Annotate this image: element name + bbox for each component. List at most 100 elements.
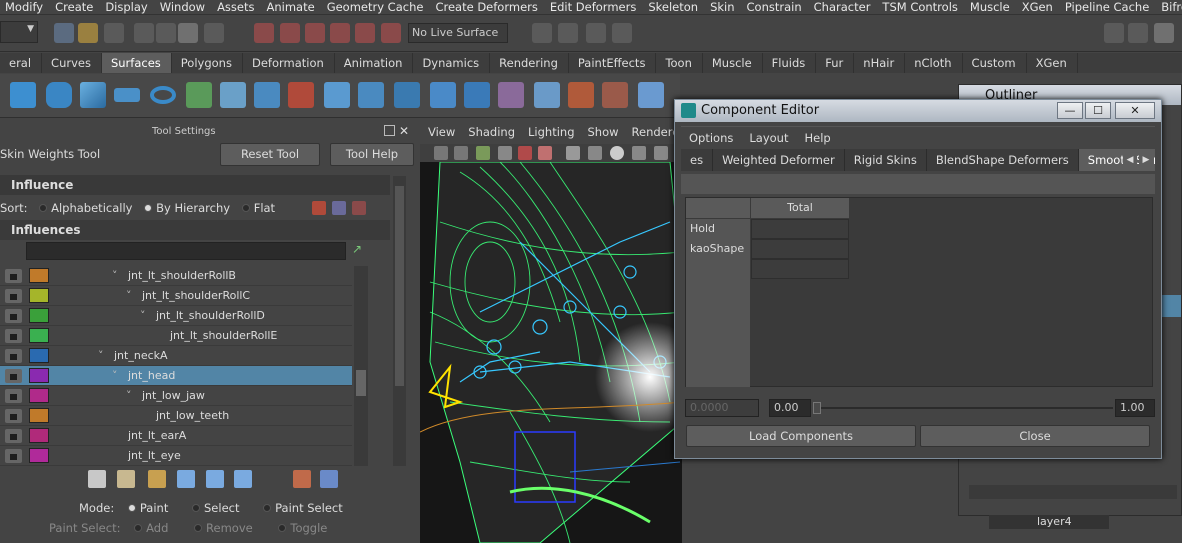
- influence-color-swatch[interactable]: [29, 328, 49, 343]
- trim-tool-icon[interactable]: [568, 82, 594, 108]
- close-window-button[interactable]: ✕: [1115, 102, 1155, 119]
- render-frame-icon[interactable]: [532, 23, 552, 43]
- loft-icon[interactable]: [220, 82, 246, 108]
- viewport-menu-lighting[interactable]: Lighting: [520, 120, 579, 144]
- menu-character[interactable]: Character: [809, 0, 878, 14]
- shelf-tab-polygons[interactable]: Polygons: [172, 53, 243, 73]
- nurbs-plane-icon[interactable]: [114, 88, 140, 102]
- layer-row[interactable]: layer4: [989, 515, 1109, 529]
- menu-display[interactable]: Display: [100, 0, 154, 14]
- influence-row[interactable]: ˅ jnt_low_jaw: [0, 386, 352, 406]
- shelf-tab-custom[interactable]: Custom: [963, 53, 1027, 73]
- shelf-tab-painteffects[interactable]: PaintEffects: [569, 53, 657, 73]
- reverse-sort-icon[interactable]: [352, 201, 366, 215]
- lock-icon[interactable]: [5, 289, 22, 303]
- mode-paint-radio[interactable]: Paint: [127, 501, 168, 515]
- influences-frame-header[interactable]: Influences: [0, 220, 390, 240]
- shelf-tab-dynamics[interactable]: Dynamics: [413, 53, 491, 73]
- influence-row[interactable]: ˅ jnt_lt_shoulderRollD: [0, 306, 352, 326]
- component-editor-titlebar[interactable]: Component Editor — ☐ ✕: [675, 100, 1161, 122]
- component-weights-grid[interactable]: Total Hold kaoShape: [685, 197, 1153, 387]
- influence-list-scrollbar[interactable]: [354, 266, 368, 466]
- paint-select-toggle-radio[interactable]: Toggle: [278, 521, 327, 535]
- grid-row-header[interactable]: kaoShape: [686, 239, 750, 259]
- lock-icon[interactable]: [5, 369, 22, 383]
- slider-handle[interactable]: [813, 402, 821, 414]
- influence-row[interactable]: jnt_lt_shoulderRollE: [0, 326, 352, 346]
- render-sequence-icon[interactable]: [558, 23, 578, 43]
- nurbs-torus-icon[interactable]: [150, 86, 176, 104]
- ce-tab-blendshape-deformers[interactable]: BlendShape Deformers: [927, 149, 1079, 171]
- shelf-tab-fluids[interactable]: Fluids: [763, 53, 817, 73]
- grease-pencil-icon[interactable]: [538, 146, 552, 160]
- textured-icon[interactable]: [632, 146, 646, 160]
- select-verts-icon[interactable]: [206, 470, 224, 488]
- influence-color-swatch[interactable]: [29, 288, 49, 303]
- shelf-tab-animation[interactable]: Animation: [335, 53, 414, 73]
- snap-view-icon[interactable]: [330, 23, 350, 43]
- menu-create[interactable]: Create: [50, 0, 100, 14]
- resolution-gate-icon[interactable]: [518, 146, 532, 160]
- grid-cell[interactable]: [751, 219, 849, 239]
- ce-tab-rigid-skins[interactable]: Rigid Skins: [845, 149, 927, 171]
- load-components-button[interactable]: Load Components: [686, 425, 916, 447]
- shelf-tab-nhair[interactable]: nHair: [854, 53, 906, 73]
- shelf-tab-rendering[interactable]: Rendering: [490, 53, 569, 73]
- weight-slider[interactable]: [811, 400, 1115, 416]
- ce-tab-weighted-deformer[interactable]: Weighted Deformer: [713, 149, 845, 171]
- wireframe-icon[interactable]: [566, 146, 580, 160]
- lock-icon[interactable]: [5, 269, 22, 283]
- filter-pin-icon[interactable]: ↗: [352, 242, 362, 256]
- viewport-wireframe-scene[interactable]: [420, 162, 682, 543]
- menu-xgen[interactable]: XGen: [1017, 0, 1060, 14]
- collapse-list-icon[interactable]: [320, 470, 338, 488]
- nurbs-cylinder-icon[interactable]: [46, 82, 72, 108]
- chevron-down-icon[interactable]: ˅: [140, 309, 146, 322]
- lock-icon[interactable]: [5, 389, 22, 403]
- flood-icon[interactable]: [148, 470, 166, 488]
- snap-curve-icon[interactable]: [280, 23, 300, 43]
- sort-alphabetically-radio[interactable]: Alphabetically: [39, 201, 132, 215]
- grid-row-header[interactable]: Hold: [686, 219, 750, 239]
- ce-menu-options[interactable]: Options: [681, 127, 741, 149]
- influence-row[interactable]: ˅ jnt_lt_shoulderRollB: [0, 266, 352, 286]
- extrude-icon[interactable]: [288, 82, 314, 108]
- square-surface-icon[interactable]: [394, 82, 420, 108]
- intersect-surfaces-icon[interactable]: [498, 82, 524, 108]
- influence-color-swatch[interactable]: [29, 408, 49, 423]
- open-scene-icon[interactable]: [78, 23, 98, 43]
- lock-icon[interactable]: [5, 449, 22, 463]
- select-component-icon[interactable]: [178, 23, 198, 43]
- ce-menu-layout[interactable]: Layout: [741, 127, 796, 149]
- expand-list-icon[interactable]: [293, 470, 311, 488]
- nurbs-cone-icon[interactable]: [80, 82, 106, 108]
- menu-assets[interactable]: Assets: [212, 0, 261, 14]
- menu-pipeline-cache[interactable]: Pipeline Cache: [1060, 0, 1156, 14]
- menu-geometry-cache[interactable]: Geometry Cache: [322, 0, 431, 14]
- lock-icon[interactable]: [5, 329, 22, 343]
- influence-color-swatch[interactable]: [29, 388, 49, 403]
- surface-fillet-icon[interactable]: [464, 82, 490, 108]
- boundary-icon[interactable]: [358, 82, 384, 108]
- minimize-button[interactable]: —: [1057, 102, 1083, 119]
- influence-color-swatch[interactable]: [29, 348, 49, 363]
- bookmarks-icon[interactable]: [476, 146, 490, 160]
- menu-animate[interactable]: Animate: [262, 0, 322, 14]
- influence-color-swatch[interactable]: [29, 428, 49, 443]
- default-lighting-icon[interactable]: [610, 146, 624, 160]
- ce-tab-es[interactable]: es: [681, 149, 714, 171]
- paste-weights-icon[interactable]: [117, 470, 135, 488]
- select-camera-icon[interactable]: [434, 146, 448, 160]
- shelf-tab-fur[interactable]: Fur: [816, 53, 855, 73]
- close-button[interactable]: Close: [920, 425, 1150, 447]
- menu-muscle[interactable]: Muscle: [965, 0, 1017, 14]
- save-scene-icon[interactable]: [104, 23, 124, 43]
- ipr-render-icon[interactable]: [586, 23, 606, 43]
- influence-color-swatch[interactable]: [29, 448, 49, 463]
- grid-cell[interactable]: [751, 239, 849, 259]
- grid-cell[interactable]: [751, 259, 849, 279]
- menu-tsm-controls[interactable]: TSM Controls: [877, 0, 964, 14]
- smooth-shade-icon[interactable]: [588, 146, 602, 160]
- menu-edit-deformers[interactable]: Edit Deformers: [545, 0, 643, 14]
- maximize-button[interactable]: ☐: [1085, 102, 1111, 119]
